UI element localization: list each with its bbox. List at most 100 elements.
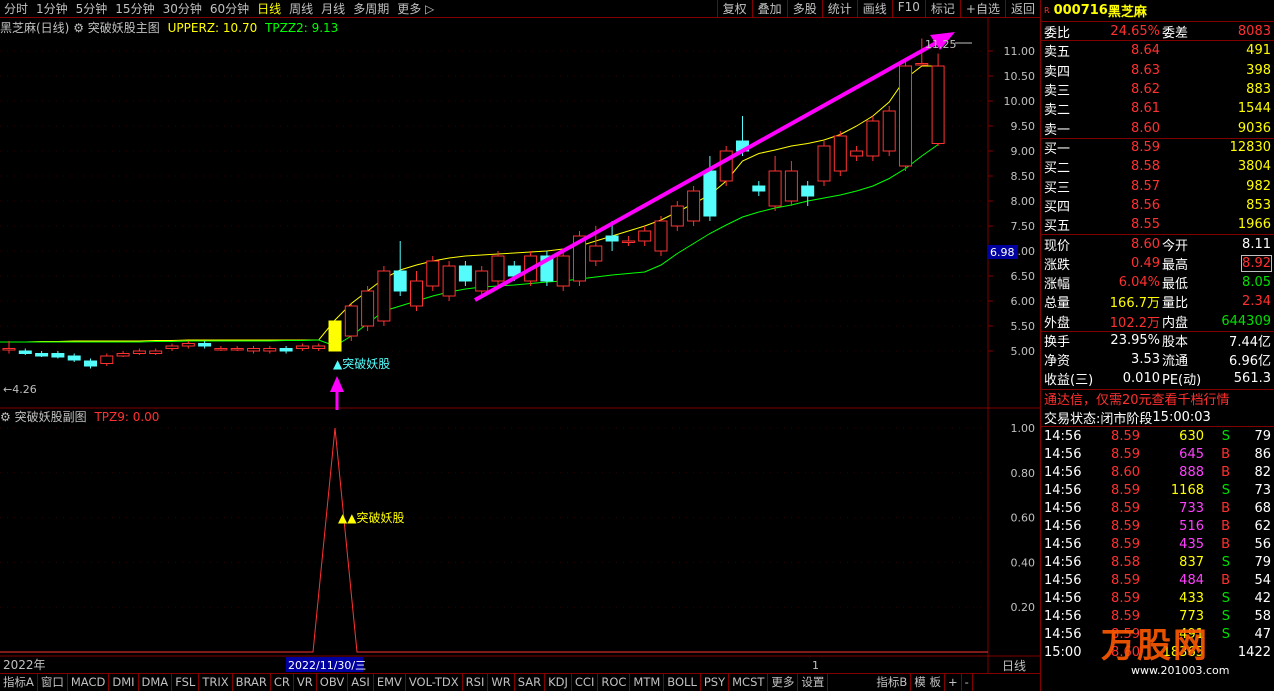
indicator-tab[interactable]: VOL-TDX <box>406 674 463 691</box>
indicator-tab[interactable]: KDJ <box>545 674 572 691</box>
tool-button[interactable]: +自选 <box>959 0 1005 17</box>
candle-body[interactable] <box>67 355 81 361</box>
candle-body[interactable] <box>100 355 114 364</box>
indicator-tab[interactable]: OBV <box>317 674 349 691</box>
buy-row[interactable]: 买三 8.57 982 <box>1041 176 1274 196</box>
indicator-tab[interactable]: VR <box>294 674 317 691</box>
sell-row[interactable]: 卖四 8.63 398 <box>1041 61 1274 80</box>
indicator-tab[interactable]: FSL <box>172 674 200 691</box>
candle-body[interactable] <box>2 348 16 351</box>
candle-body[interactable] <box>817 145 831 182</box>
candle-body[interactable] <box>263 348 277 352</box>
candle-body[interactable] <box>377 270 391 322</box>
period-tab[interactable]: 日线 <box>253 0 285 17</box>
candle-body[interactable] <box>458 265 472 282</box>
candle-body[interactable] <box>866 120 880 157</box>
period-tab[interactable]: 分时 <box>0 0 32 17</box>
indicator-tab[interactable]: 模 板 <box>911 674 945 691</box>
indicator-tab[interactable]: MCST <box>729 674 769 691</box>
tool-button[interactable]: 返回 <box>1004 0 1040 17</box>
indicator-tab[interactable]: 窗口 <box>38 674 68 691</box>
indicator-tab[interactable]: 更多 <box>768 674 799 691</box>
kline-chart[interactable]: 11.0010.5010.009.509.008.508.007.507.006… <box>0 18 1040 673</box>
candle-body[interactable] <box>703 170 717 217</box>
buy-row[interactable]: 买二 8.58 3804 <box>1041 157 1274 176</box>
candle-body[interactable] <box>344 305 358 337</box>
candle-body[interactable] <box>51 353 65 358</box>
indicator-tab[interactable]: 指标A <box>0 674 38 691</box>
sell-row[interactable]: 卖一 8.60 9036 <box>1041 118 1274 138</box>
candle-body[interactable] <box>410 280 423 307</box>
candle-body[interactable] <box>638 230 652 242</box>
candle-body[interactable] <box>621 240 635 243</box>
candle-body[interactable] <box>230 348 244 351</box>
candle-body[interactable] <box>181 343 195 347</box>
ad-banner[interactable]: 通达信，仅需20元查看千档行情 <box>1041 388 1274 408</box>
tool-button[interactable]: 标记 <box>924 0 960 17</box>
indicator-tab[interactable]: MACD <box>68 674 110 691</box>
candle-body[interactable] <box>752 185 766 192</box>
indicator-tab[interactable]: EMV <box>374 674 406 691</box>
candle-body[interactable] <box>850 150 864 157</box>
indicator-tab[interactable]: MTM <box>630 674 665 691</box>
tool-button[interactable]: 多股 <box>786 0 822 17</box>
candle-body[interactable] <box>899 65 912 167</box>
candle-body[interactable] <box>35 353 49 357</box>
candle-body[interactable] <box>654 220 668 252</box>
sell-row[interactable]: 卖二 8.61 1544 <box>1041 99 1274 118</box>
candle-body[interactable] <box>556 255 570 287</box>
period-tab[interactable]: 周线 <box>285 0 317 17</box>
indicator-tab[interactable]: ASI <box>348 674 374 691</box>
indicator-tab[interactable]: CCI <box>572 674 599 691</box>
buy-row[interactable]: 买四 8.56 853 <box>1041 196 1274 215</box>
candle-body[interactable] <box>491 255 505 282</box>
candle-body[interactable] <box>295 345 309 349</box>
period-tab[interactable]: 5分钟 <box>72 0 112 17</box>
indicator-tab[interactable]: 设置 <box>798 674 829 691</box>
period-tab[interactable]: 60分钟 <box>206 0 253 17</box>
indicator-tab[interactable]: TRIX <box>199 674 233 691</box>
indicator-tab[interactable]: 指标B <box>873 674 912 691</box>
candle-body[interactable] <box>84 360 97 367</box>
indicator-tab[interactable]: WR <box>488 674 515 691</box>
candle-body[interactable] <box>328 320 342 352</box>
tool-button[interactable]: F10 <box>891 0 925 17</box>
candle-body[interactable] <box>687 190 701 222</box>
period-tab[interactable]: 1分钟 <box>32 0 72 17</box>
candle-body[interactable] <box>361 290 375 327</box>
period-tab[interactable]: 更多 ▷ <box>393 0 438 17</box>
candle-body[interactable] <box>214 348 228 351</box>
candle-body[interactable] <box>426 260 440 287</box>
candle-body[interactable] <box>833 135 847 172</box>
candle-body[interactable] <box>768 170 782 207</box>
candle-body[interactable] <box>670 205 684 227</box>
sell-row[interactable]: 卖三 8.62 883 <box>1041 80 1274 99</box>
candle-body[interactable] <box>116 353 130 357</box>
indicator-tab[interactable]: ROC <box>598 674 631 691</box>
candle-body[interactable] <box>801 185 815 197</box>
indicator-tab[interactable]: BRAR <box>233 674 271 691</box>
candle-body[interactable] <box>165 345 179 349</box>
tool-button[interactable]: 复权 <box>716 0 752 17</box>
candle-body[interactable] <box>931 65 945 144</box>
candle-body[interactable] <box>247 348 260 352</box>
period-tab[interactable]: 30分钟 <box>159 0 206 17</box>
candle-body[interactable] <box>915 63 929 66</box>
indicator-tab[interactable]: SAR <box>515 674 546 691</box>
indicator-tab[interactable]: + <box>945 674 962 691</box>
indicator-tab[interactable]: CR <box>271 674 294 691</box>
indicator-tab[interactable]: - <box>962 674 973 691</box>
candle-body[interactable] <box>132 350 146 354</box>
candle-body[interactable] <box>18 350 32 354</box>
candle-body[interactable] <box>198 343 212 347</box>
tool-button[interactable]: 统计 <box>821 0 857 17</box>
buy-row[interactable]: 买一 8.59 12830 <box>1041 137 1274 157</box>
indicator-tab[interactable]: DMA <box>139 674 173 691</box>
sell-row[interactable]: 卖五 8.64 491 <box>1041 41 1274 60</box>
indicator-tab[interactable]: RSI <box>463 674 489 691</box>
indicator-tab[interactable]: BOLL <box>664 674 701 691</box>
candle-body[interactable] <box>589 245 603 262</box>
ad-text[interactable]: 通达信，仅需20元查看千档行情 <box>1044 389 1230 408</box>
candle-body[interactable] <box>784 170 798 202</box>
period-tab[interactable]: 月线 <box>317 0 349 17</box>
